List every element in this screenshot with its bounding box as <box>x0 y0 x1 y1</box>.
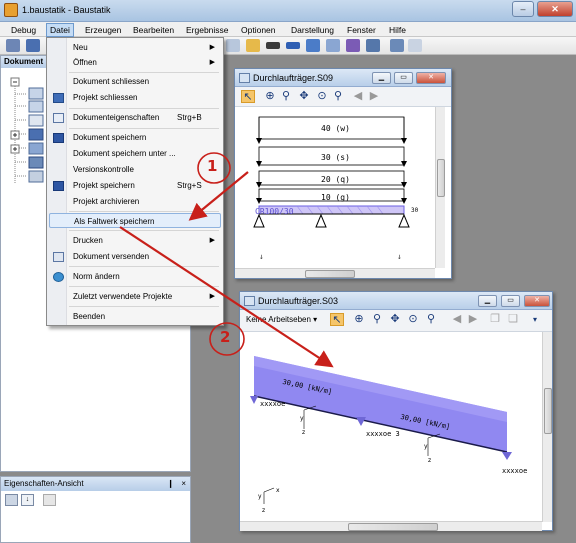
annotation-number-2: 2 <box>220 328 231 346</box>
annotation-number-1: 1 <box>207 157 218 175</box>
annotation-arrow-1 <box>188 171 249 221</box>
annotation-overlay <box>119 152 334 368</box>
